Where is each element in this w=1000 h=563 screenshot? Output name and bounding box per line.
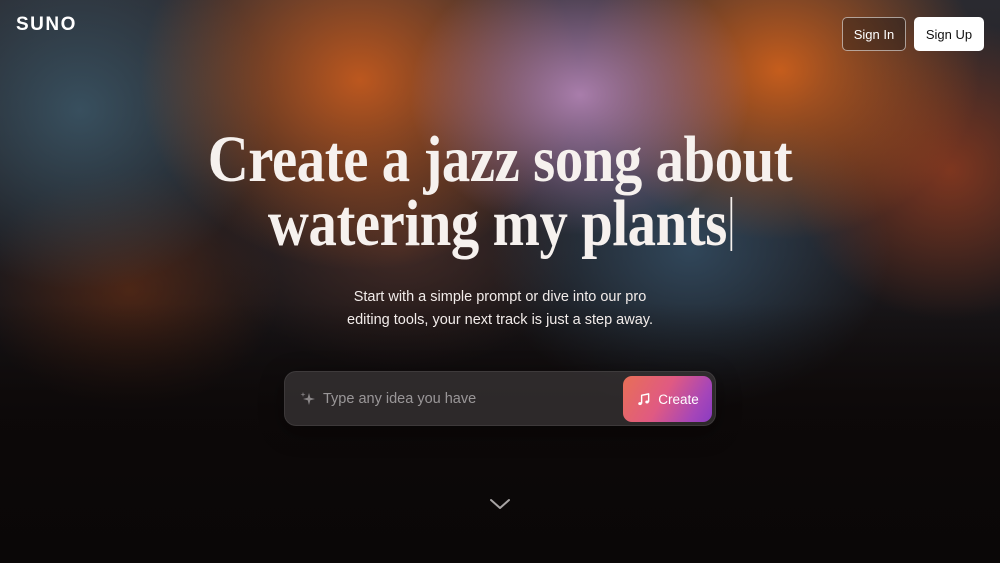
prompt-input[interactable]	[323, 384, 613, 414]
create-button-label: Create	[658, 391, 699, 407]
background-fade	[0, 303, 1000, 563]
headline-line-2-text: watering my plants	[267, 187, 727, 260]
sign-up-button[interactable]: Sign Up	[914, 17, 984, 51]
sparkle-icon	[300, 392, 315, 405]
music-note-icon	[638, 392, 650, 405]
sign-in-button[interactable]: Sign In	[842, 17, 906, 51]
subtitle-line-1: Start with a simple prompt or dive into …	[353, 289, 647, 305]
typing-cursor	[730, 197, 733, 251]
create-button[interactable]: Create	[623, 376, 712, 422]
chevron-down-icon[interactable]	[489, 496, 511, 512]
headline-line-2: watering my plants	[199, 191, 801, 257]
subtitle-line-2: editing tools, your next track is just a…	[347, 312, 653, 328]
headline-line-1: Create a jazz song about	[207, 123, 793, 196]
hero-headline: Create a jazz song about watering my pla…	[199, 123, 801, 257]
hero-subtitle: Start with a simple prompt or dive into …	[300, 286, 700, 332]
suno-logo[interactable]: SUNO	[16, 14, 77, 36]
prompt-box: Create	[284, 371, 716, 426]
